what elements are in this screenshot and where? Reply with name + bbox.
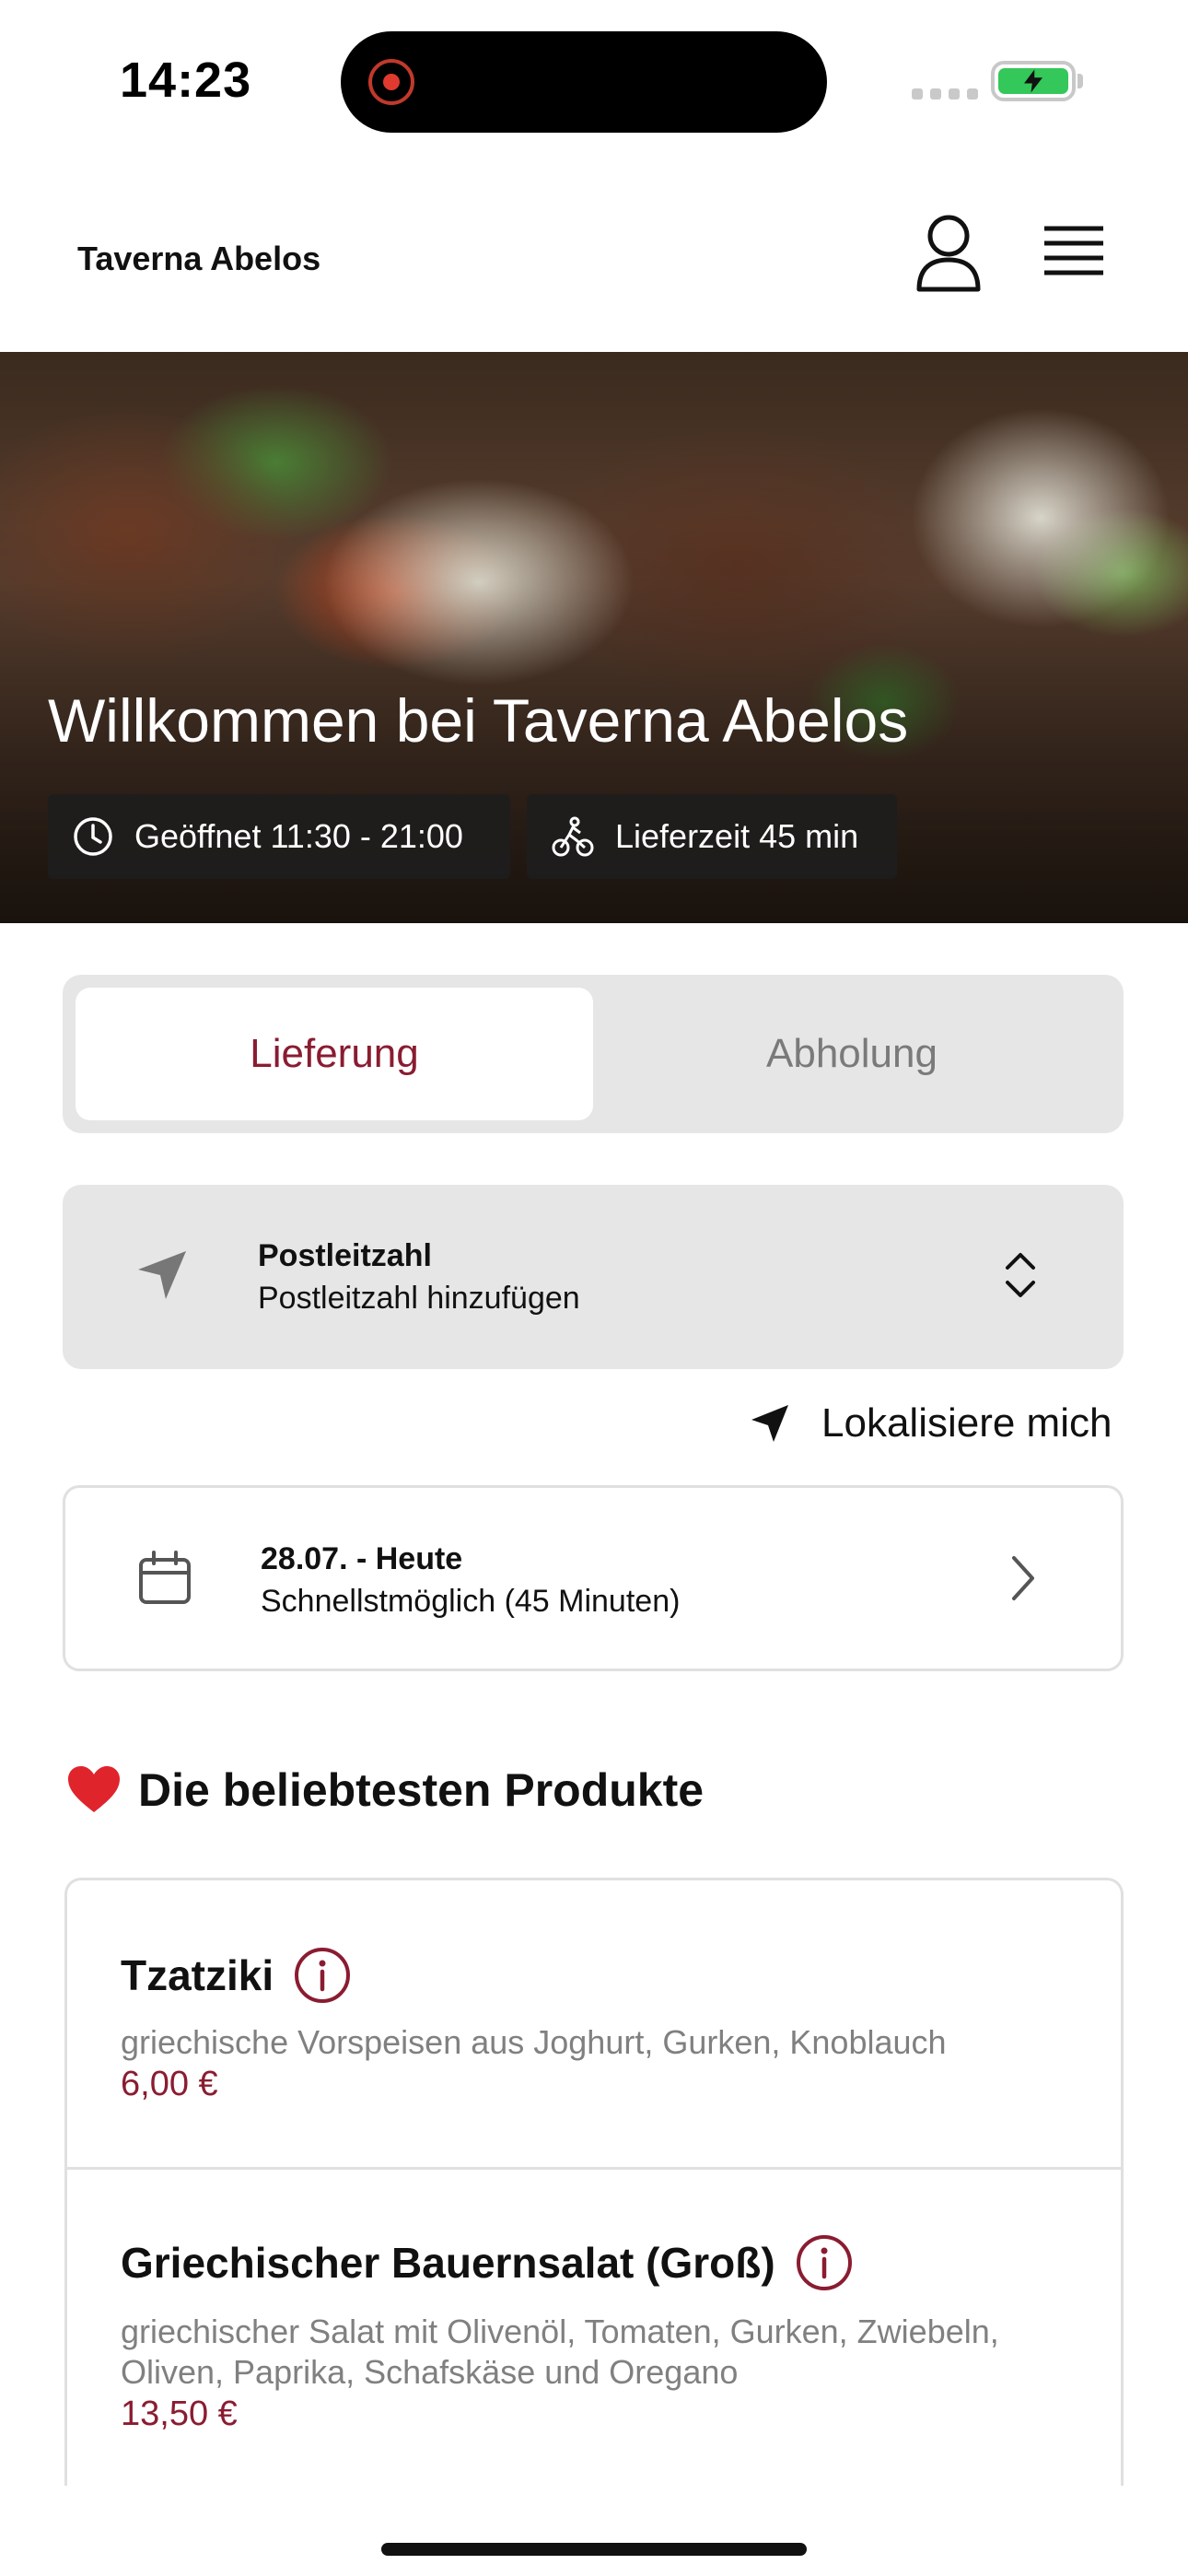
- signal-icon: [912, 88, 978, 100]
- calendar-icon: [139, 1551, 191, 1604]
- bicycle-courier-icon: [552, 816, 594, 857]
- product-name: Tzatziki: [121, 1951, 274, 1999]
- popular-products-title: Die beliebtesten Produkte: [138, 1764, 705, 1816]
- charging-bolt-icon: [1024, 69, 1042, 93]
- brand-title[interactable]: Taverna Abelos: [77, 240, 320, 278]
- hamburger-menu-icon: [1044, 226, 1103, 275]
- order-mode-segmented-control: Lieferung Abholung: [63, 975, 1124, 1133]
- chevron-up-down-icon: [1006, 1253, 1035, 1297]
- locate-me-label: Lokalisiere mich: [821, 1400, 1112, 1446]
- postcode-label: Postleitzahl: [258, 1238, 432, 1273]
- status-time: 14:23: [120, 53, 252, 108]
- product-description: griechischer Salat mit Olivenöl, Tomaten…: [121, 2313, 999, 2391]
- tab-pickup[interactable]: Abholung: [593, 988, 1111, 1120]
- hero-banner: Willkommen bei Taverna Abelos Geöffnet 1…: [0, 352, 1188, 923]
- user-icon: [916, 215, 981, 292]
- tab-delivery[interactable]: Lieferung: [76, 988, 593, 1120]
- heart-icon: [68, 1766, 120, 1812]
- opening-hours-text: Geöffnet 11:30 - 21:00: [134, 817, 463, 855]
- recording-indicator-icon: [368, 59, 414, 105]
- user-account-button[interactable]: [912, 212, 985, 295]
- battery-cap: [1077, 74, 1083, 88]
- product-card[interactable]: Griechischer Bauernsalat (Groß) griechis…: [67, 2170, 1121, 2486]
- delivery-date-label: 28.07. - Heute: [261, 1541, 463, 1576]
- dynamic-island: [341, 31, 827, 133]
- menu-button[interactable]: [1039, 223, 1109, 284]
- battery-icon: [991, 61, 1076, 101]
- product-price: 13,50 €: [121, 2395, 238, 2433]
- product-list: Tzatziki griechische Vorspeisen aus Jogh…: [64, 1878, 1124, 2486]
- delivery-date-value: Schnellstmöglich (45 Minuten): [261, 1584, 681, 1619]
- status-bar: 14:23: [0, 0, 1188, 166]
- postcode-selector[interactable]: Postleitzahl Postleitzahl hinzufügen: [63, 1185, 1124, 1369]
- info-icon[interactable]: [294, 1947, 351, 2004]
- home-indicator[interactable]: [381, 2543, 807, 2556]
- opening-hours-badge: Geöffnet 11:30 - 21:00: [48, 794, 510, 879]
- clock-icon: [74, 817, 112, 856]
- chevron-right-icon: [1012, 1556, 1034, 1600]
- popular-products-heading: Die beliebtesten Produkte: [66, 1763, 704, 1817]
- hero-title: Willkommen bei Taverna Abelos: [48, 686, 909, 755]
- product-name: Griechischer Bauernsalat (Groß): [121, 2239, 775, 2287]
- product-description: griechische Vorspeisen aus Joghurt, Gurk…: [121, 2023, 947, 2061]
- app-header: Taverna Abelos: [0, 175, 1188, 350]
- navigation-arrow-icon: [751, 1405, 788, 1442]
- product-price: 6,00 €: [121, 2065, 218, 2103]
- delivery-time-text: Lieferzeit 45 min: [615, 817, 859, 855]
- postcode-value: Postleitzahl hinzufügen: [258, 1281, 580, 1316]
- location-arrow-icon: [138, 1251, 186, 1299]
- delivery-time-badge: Lieferzeit 45 min: [527, 794, 897, 879]
- info-icon[interactable]: [796, 2234, 853, 2291]
- product-card[interactable]: Tzatziki griechische Vorspeisen aus Jogh…: [67, 1880, 1121, 2170]
- locate-me-button[interactable]: Lokalisiere mich: [748, 1400, 1112, 1446]
- delivery-date-selector[interactable]: 28.07. - Heute Schnellstmöglich (45 Minu…: [63, 1485, 1124, 1671]
